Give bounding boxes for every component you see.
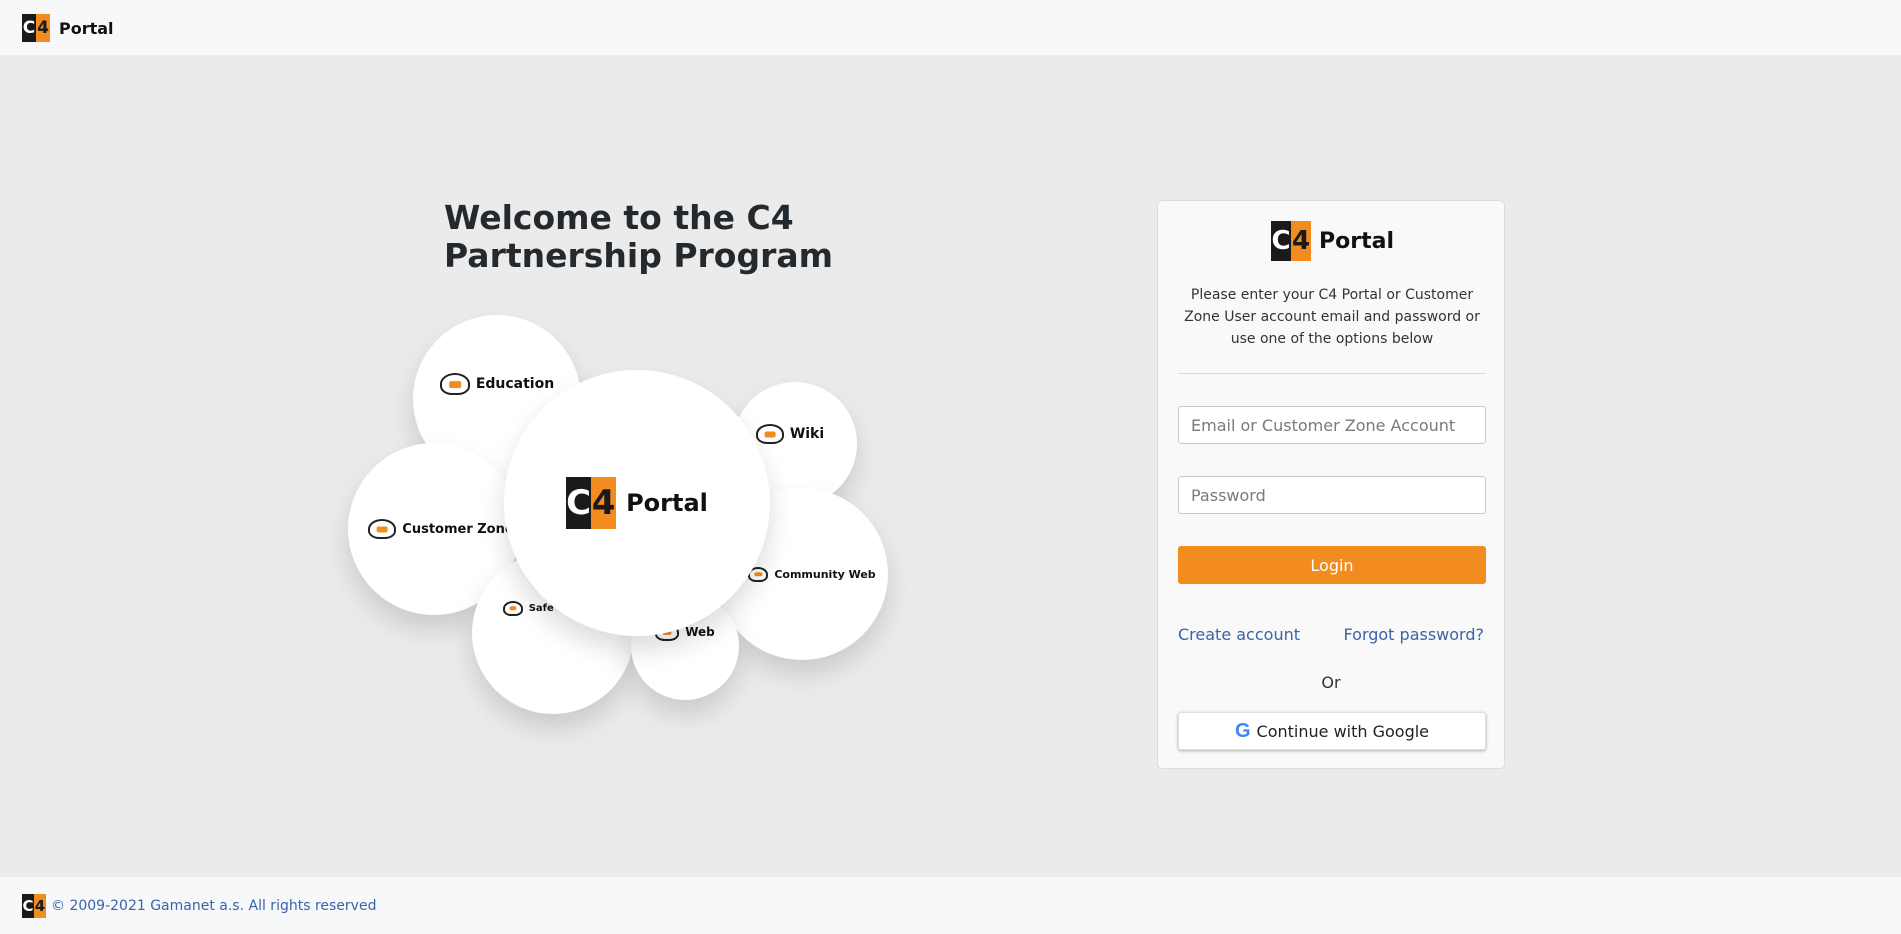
bubble-customer-zone-label: Customer Zone bbox=[402, 521, 514, 537]
card-logo: C4 Portal bbox=[1271, 221, 1394, 261]
customer-zone-cloud-icon bbox=[368, 519, 397, 539]
card-brand-name: Portal bbox=[1319, 228, 1394, 254]
bubble-portal-label: Portal bbox=[626, 489, 708, 517]
safe-connect-cloud-icon bbox=[502, 600, 523, 616]
wiki-cloud-icon bbox=[755, 424, 784, 444]
email-input[interactable] bbox=[1178, 406, 1486, 444]
portal-c4-logo-icon: C4 bbox=[566, 477, 617, 529]
footer-c4-logo-icon: C4 bbox=[22, 894, 46, 918]
bubble-web-label: Web bbox=[685, 625, 715, 639]
create-account-link[interactable]: Create account bbox=[1178, 625, 1300, 644]
footer-copyright: © 2009-2021 Gamanet a.s. All rights rese… bbox=[51, 898, 377, 914]
login-button[interactable]: Login bbox=[1178, 546, 1486, 584]
top-navbar: C4 Portal bbox=[0, 0, 1901, 55]
bubble-community-web-label: Community Web bbox=[774, 567, 876, 581]
header-brand-link[interactable]: C4 Portal bbox=[22, 14, 114, 42]
google-icon: G bbox=[1234, 719, 1251, 742]
login-description: Please enter your C4 Portal or Customer … bbox=[1184, 287, 1480, 347]
google-signin-button[interactable]: G Continue with Google bbox=[1178, 712, 1486, 750]
c4-logo-icon: C4 bbox=[1271, 221, 1311, 261]
google-signin-label: Continue with Google bbox=[1256, 721, 1430, 741]
bubble-portal[interactable]: C4 Portal bbox=[504, 370, 770, 636]
password-input[interactable] bbox=[1178, 476, 1486, 514]
forgot-password-link[interactable]: Forgot password? bbox=[1344, 625, 1484, 644]
login-card: C4 Portal Please enter your C4 Portal or… bbox=[1157, 200, 1505, 769]
education-cloud-icon bbox=[439, 373, 470, 395]
header-brand-name: Portal bbox=[59, 18, 114, 38]
c4-logo-icon: C4 bbox=[22, 14, 50, 42]
bubble-wiki-label: Wiki bbox=[789, 426, 825, 442]
footer: C4 © 2009-2021 Gamanet a.s. All rights r… bbox=[0, 877, 1901, 934]
or-separator: Or bbox=[1321, 673, 1341, 692]
welcome-title: Welcome to the C4 Partnership Program bbox=[444, 198, 834, 275]
footer-brand: C4 © 2009-2021 Gamanet a.s. All rights r… bbox=[22, 894, 376, 918]
bubble-education-label: Education bbox=[475, 376, 555, 392]
divider bbox=[1178, 373, 1486, 374]
